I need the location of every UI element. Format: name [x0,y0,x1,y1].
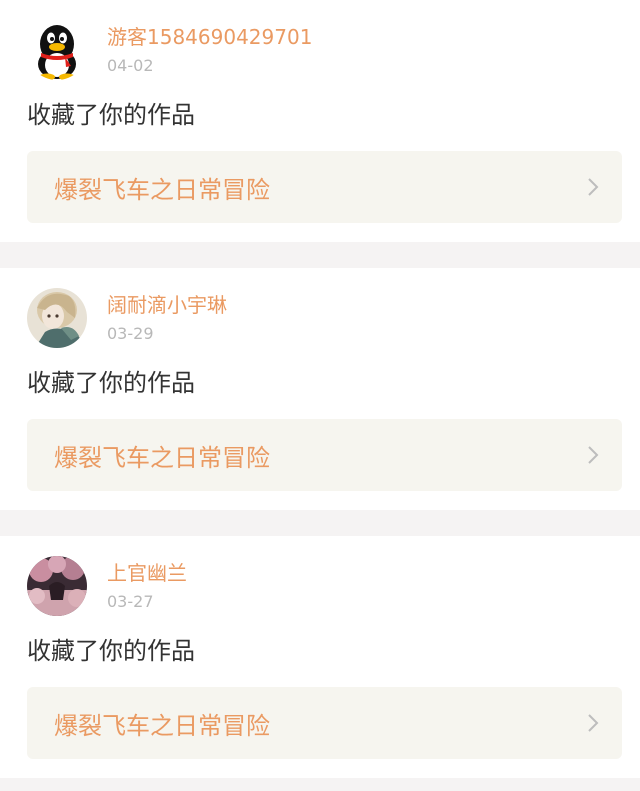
work-link-button[interactable]: 爆裂飞车之日常冒险 [27,151,622,223]
timestamp: 03-29 [107,324,154,343]
divider [0,778,640,791]
work-title: 爆裂飞车之日常冒险 [54,443,270,472]
user-meta: 游客1584690429701 04-02 [107,20,312,76]
timestamp: 04-02 [107,56,154,75]
chevron-right-icon [588,714,599,732]
divider [0,510,640,536]
qq-penguin-avatar-icon[interactable] [27,20,87,80]
user-meta: 上官幽兰 03-27 [107,556,187,612]
user-avatar-icon[interactable] [27,288,87,348]
action-text: 收藏了你的作品 [27,637,195,665]
chevron-right-icon [588,178,599,196]
notification-header: 游客1584690429701 04-02 [0,20,640,82]
divider [0,242,640,268]
user-avatar-icon[interactable] [27,556,87,616]
timestamp: 03-27 [107,592,154,611]
notification-card: 阔耐滴小宇琳 03-29 收藏了你的作品 爆裂飞车之日常冒险 [0,268,640,510]
notification-card: 上官幽兰 03-27 收藏了你的作品 爆裂飞车之日常冒险 [0,536,640,778]
username[interactable]: 上官幽兰 [107,560,187,586]
notification-feed: 游客1584690429701 04-02 收藏了你的作品 爆裂飞车之日常冒险 [0,0,640,791]
action-text: 收藏了你的作品 [27,101,195,129]
work-link-button[interactable]: 爆裂飞车之日常冒险 [27,687,622,759]
notification-card: 游客1584690429701 04-02 收藏了你的作品 爆裂飞车之日常冒险 [0,0,640,242]
work-link-button[interactable]: 爆裂飞车之日常冒险 [27,419,622,491]
chevron-right-icon [588,446,599,464]
work-title: 爆裂飞车之日常冒险 [54,711,270,740]
user-meta: 阔耐滴小宇琳 03-29 [107,288,227,344]
username[interactable]: 阔耐滴小宇琳 [107,292,227,318]
notification-header: 上官幽兰 03-27 [0,556,640,618]
notification-header: 阔耐滴小宇琳 03-29 [0,288,640,350]
work-title: 爆裂飞车之日常冒险 [54,175,270,204]
username[interactable]: 游客1584690429701 [107,24,312,50]
action-text: 收藏了你的作品 [27,369,195,397]
